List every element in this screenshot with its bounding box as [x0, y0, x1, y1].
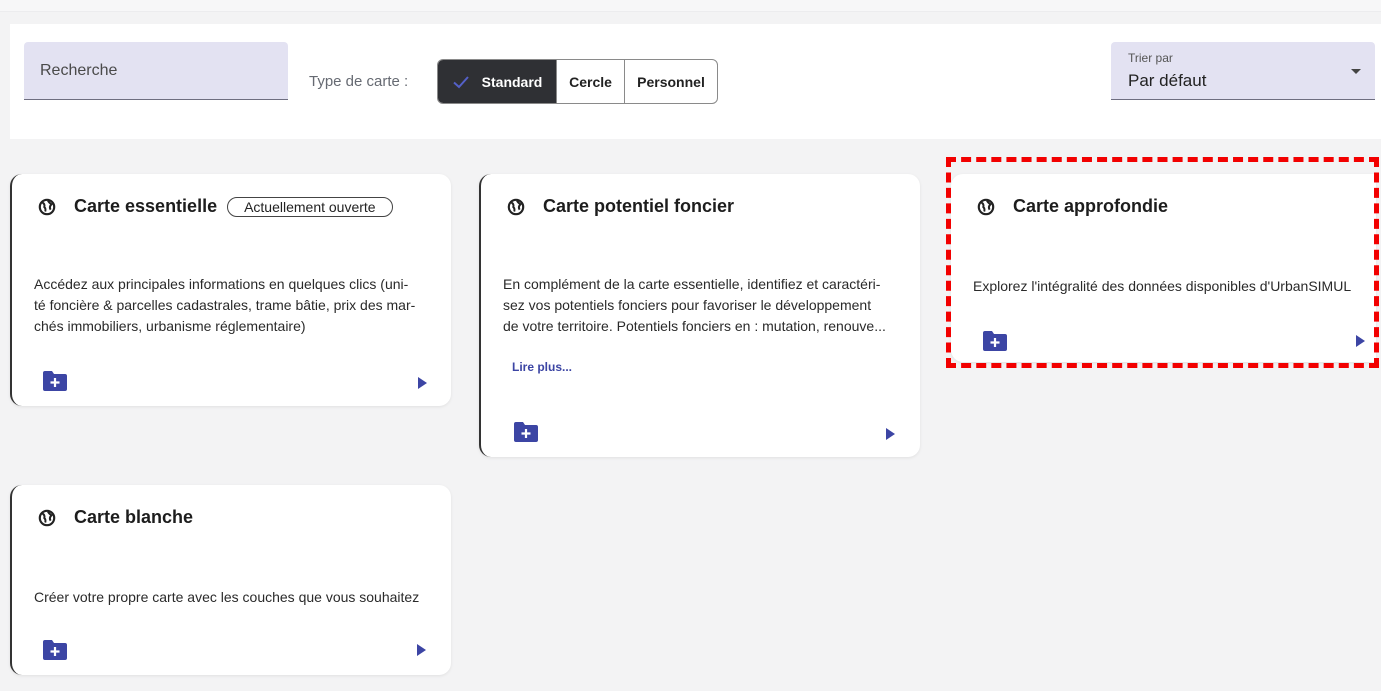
play-icon[interactable]	[1356, 335, 1365, 347]
map-type-cercle-button[interactable]: Cercle	[557, 60, 625, 103]
globe-icon	[977, 198, 995, 215]
globe-icon	[38, 509, 56, 526]
map-card-potentiel-foncier[interactable]: Carte potentiel foncier En complément de…	[479, 174, 920, 457]
map-type-cercle-label: Cercle	[569, 73, 612, 90]
card-title: Carte potentiel foncier	[507, 196, 734, 217]
card-title: Carte approfondie	[977, 196, 1168, 217]
play-icon[interactable]	[886, 428, 895, 440]
card-title-text: Carte essentielle	[74, 196, 218, 216]
map-type-standard-button[interactable]: Standard	[438, 60, 557, 103]
status-badge: Actuellement ouverte	[227, 196, 393, 217]
folder-plus-icon[interactable]	[513, 421, 539, 443]
card-title-text: Carte approfondie	[1013, 196, 1169, 216]
dropdown-caret-icon	[1351, 69, 1361, 74]
card-description: En complément de la carte essentielle, i…	[503, 276, 886, 334]
map-type-label: Type de carte :	[309, 73, 409, 90]
folder-plus-icon[interactable]	[42, 639, 68, 661]
check-icon	[452, 75, 469, 88]
card-title: Carte essentielle Actuellement ouverte	[38, 196, 393, 217]
map-type-personnel-button[interactable]: Personnel	[625, 60, 717, 103]
map-card-blanche[interactable]: Carte blanche Créer votre propre carte a…	[10, 485, 451, 675]
play-icon[interactable]	[418, 377, 427, 389]
card-description: Créer votre propre carte avec les couche…	[34, 589, 420, 605]
sort-value: Par défaut	[1128, 71, 1207, 90]
map-card-essentielle[interactable]: Carte essentielle Actuellement ouverte A…	[10, 174, 451, 406]
sort-select[interactable]: Trier par Par défaut	[1111, 42, 1375, 100]
map-type-standard-label: Standard	[481, 73, 543, 90]
map-type-toggle: Standard Cercle Personnel	[437, 59, 718, 104]
globe-icon	[38, 198, 56, 215]
top-strip	[0, 0, 1381, 12]
toolbar: Recherche Type de carte : Standard Cercl…	[10, 24, 1381, 139]
map-type-personnel-label: Personnel	[637, 73, 705, 90]
play-icon[interactable]	[417, 644, 426, 656]
folder-plus-icon[interactable]	[982, 330, 1008, 352]
sort-label: Trier par	[1128, 51, 1173, 65]
globe-icon	[507, 198, 525, 215]
card-description: Explorez l'intégralité des données dispo…	[973, 278, 1352, 294]
read-more-link[interactable]: Lire plus...	[512, 360, 572, 374]
search-input[interactable]: Recherche	[24, 42, 288, 100]
card-title-text: Carte potentiel foncier	[543, 196, 735, 216]
card-title-text: Carte blanche	[74, 507, 194, 527]
folder-plus-icon[interactable]	[42, 370, 68, 392]
map-card-approfondie[interactable]: Carte approfondie Explorez l'intégralité…	[951, 174, 1376, 362]
card-description: Accédez aux principales informations en …	[34, 276, 416, 334]
card-title: Carte blanche	[38, 507, 193, 528]
